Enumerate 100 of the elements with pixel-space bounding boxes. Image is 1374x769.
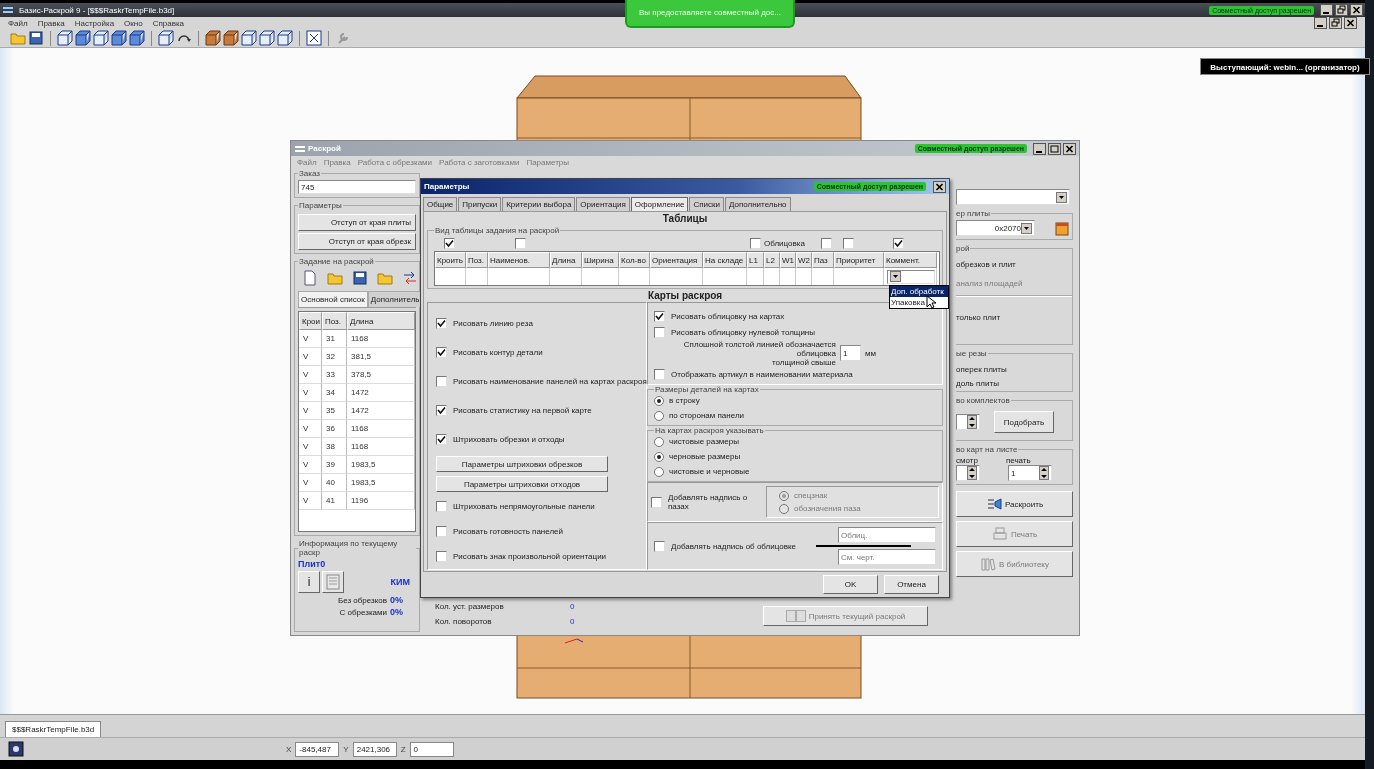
column-header[interactable]: Ориентация bbox=[650, 252, 703, 268]
checkbox[interactable] bbox=[821, 238, 832, 249]
coordinate-field[interactable]: -845,487 bbox=[295, 741, 340, 757]
cube-icon[interactable] bbox=[158, 30, 174, 46]
checkbox[interactable] bbox=[436, 405, 447, 416]
minimize-icon[interactable] bbox=[1033, 142, 1046, 155]
tab[interactable]: Списки bbox=[689, 197, 724, 211]
sheet-size-dropdown[interactable]: 0x2070 bbox=[956, 220, 1035, 236]
menu-item[interactable]: Окно bbox=[124, 18, 143, 28]
checkbox[interactable] bbox=[436, 526, 447, 537]
maximize-icon[interactable] bbox=[1048, 142, 1061, 155]
checkbox[interactable] bbox=[515, 238, 526, 249]
column-header[interactable]: Поз. bbox=[322, 312, 347, 330]
cube-icon[interactable] bbox=[75, 30, 91, 46]
tab[interactable]: Критерии выбора bbox=[502, 197, 576, 211]
order-field[interactable]: 745 bbox=[298, 180, 416, 194]
close-icon[interactable] bbox=[1350, 4, 1363, 16]
coordinate-field[interactable]: 2421,306 bbox=[352, 741, 397, 757]
spin-field[interactable] bbox=[956, 465, 980, 481]
column-header[interactable]: Длина bbox=[347, 312, 415, 330]
save-icon[interactable] bbox=[28, 30, 44, 46]
cube-icon[interactable] bbox=[93, 30, 109, 46]
restore-icon[interactable] bbox=[1335, 4, 1348, 16]
checkbox[interactable] bbox=[651, 496, 662, 508]
column-header[interactable]: На складе bbox=[703, 252, 747, 268]
column-header[interactable]: Паз bbox=[812, 252, 834, 268]
button[interactable]: Подобрать bbox=[994, 411, 1054, 433]
column-header[interactable]: L1 bbox=[747, 252, 764, 268]
radio-button[interactable] bbox=[654, 436, 664, 447]
button[interactable]: Отступ от края плиты bbox=[298, 214, 416, 231]
cube-icon[interactable] bbox=[111, 30, 127, 46]
minimize-icon[interactable] bbox=[1320, 4, 1333, 16]
column-header[interactable]: Ширина bbox=[582, 252, 619, 268]
checkbox[interactable] bbox=[436, 434, 447, 445]
calendar-icon[interactable] bbox=[1055, 220, 1069, 236]
radio-button[interactable] bbox=[654, 410, 664, 421]
tab[interactable]: Припуски bbox=[458, 197, 502, 211]
checkbox[interactable] bbox=[436, 318, 447, 329]
tab[interactable]: Дополнительно bbox=[724, 197, 791, 211]
spin-field[interactable]: 1 bbox=[1008, 465, 1052, 481]
dropdown-option[interactable]: Упаковка bbox=[890, 297, 948, 308]
tab[interactable]: Оформление bbox=[630, 197, 689, 211]
tab[interactable]: Дополнитель bbox=[367, 291, 423, 307]
checkbox[interactable] bbox=[436, 376, 447, 387]
tab[interactable]: Общие bbox=[423, 197, 458, 211]
document-tab[interactable]: $$$RaskrTempFile.b3d bbox=[5, 721, 102, 737]
column-header[interactable]: Длина bbox=[550, 252, 582, 268]
checkbox[interactable] bbox=[750, 238, 761, 249]
column-header[interactable]: L2 bbox=[764, 252, 780, 268]
button[interactable]: Параметры штриховки отходов bbox=[436, 476, 608, 492]
tab[interactable]: Ориентация bbox=[576, 197, 630, 211]
radio-button[interactable] bbox=[654, 451, 664, 462]
cube-icon[interactable] bbox=[205, 30, 221, 46]
column-header[interactable]: Кроить bbox=[435, 252, 466, 268]
checkbox[interactable] bbox=[444, 238, 455, 249]
radio-button[interactable] bbox=[779, 503, 789, 514]
button[interactable]: Отмена bbox=[884, 575, 939, 594]
cube-icon[interactable] bbox=[259, 30, 275, 46]
checkbox[interactable] bbox=[893, 238, 904, 249]
column-header[interactable]: Поз. bbox=[466, 252, 488, 268]
button[interactable]: Отступ от края обрезк bbox=[298, 233, 416, 250]
button[interactable]: OK bbox=[823, 575, 878, 594]
spin-field[interactable] bbox=[956, 414, 980, 430]
dropdown[interactable] bbox=[956, 189, 1070, 205]
radio-button[interactable] bbox=[654, 395, 664, 406]
text-field[interactable]: Облиц. bbox=[838, 527, 936, 543]
close-icon[interactable] bbox=[1344, 17, 1357, 29]
column-header[interactable]: Кол-во bbox=[619, 252, 650, 268]
column-header[interactable]: Приоритет bbox=[834, 252, 884, 268]
minimize-icon[interactable] bbox=[1314, 17, 1327, 29]
checkbox[interactable] bbox=[436, 551, 447, 562]
cube-icon[interactable] bbox=[223, 30, 239, 46]
checkbox[interactable] bbox=[654, 368, 665, 380]
menu-item[interactable]: Настройка bbox=[74, 18, 115, 28]
menu-item[interactable]: Файл bbox=[8, 18, 28, 28]
cube-icon[interactable] bbox=[241, 30, 257, 46]
text-field[interactable]: См. черт. bbox=[838, 549, 936, 565]
cube-icon[interactable] bbox=[129, 30, 145, 46]
checkbox[interactable] bbox=[654, 540, 665, 552]
column-header[interactable]: W2 bbox=[796, 252, 812, 268]
checkbox[interactable] bbox=[654, 326, 665, 338]
column-header[interactable]: Наименов. bbox=[488, 252, 550, 268]
grid-icon[interactable] bbox=[306, 30, 322, 46]
dropdown-option[interactable]: Доп. обработк bbox=[890, 286, 948, 297]
arrows-icon[interactable] bbox=[402, 270, 418, 286]
column-header[interactable]: Коммент. bbox=[884, 252, 937, 268]
button[interactable]: Раскроить bbox=[956, 491, 1073, 517]
checkbox[interactable] bbox=[654, 310, 665, 322]
document-icon[interactable] bbox=[302, 270, 318, 286]
checkbox[interactable] bbox=[843, 238, 854, 249]
tab[interactable]: Основной список bbox=[298, 291, 368, 307]
restore-icon[interactable] bbox=[1329, 17, 1342, 29]
cube-icon[interactable] bbox=[277, 30, 293, 46]
report-button[interactable] bbox=[322, 571, 344, 593]
radio-button[interactable] bbox=[654, 466, 664, 477]
save-icon[interactable] bbox=[352, 270, 368, 286]
column-header[interactable]: W1 bbox=[780, 252, 796, 268]
number-field[interactable]: 1 bbox=[839, 345, 861, 361]
close-icon[interactable] bbox=[1063, 142, 1076, 155]
checkbox[interactable] bbox=[436, 347, 447, 358]
